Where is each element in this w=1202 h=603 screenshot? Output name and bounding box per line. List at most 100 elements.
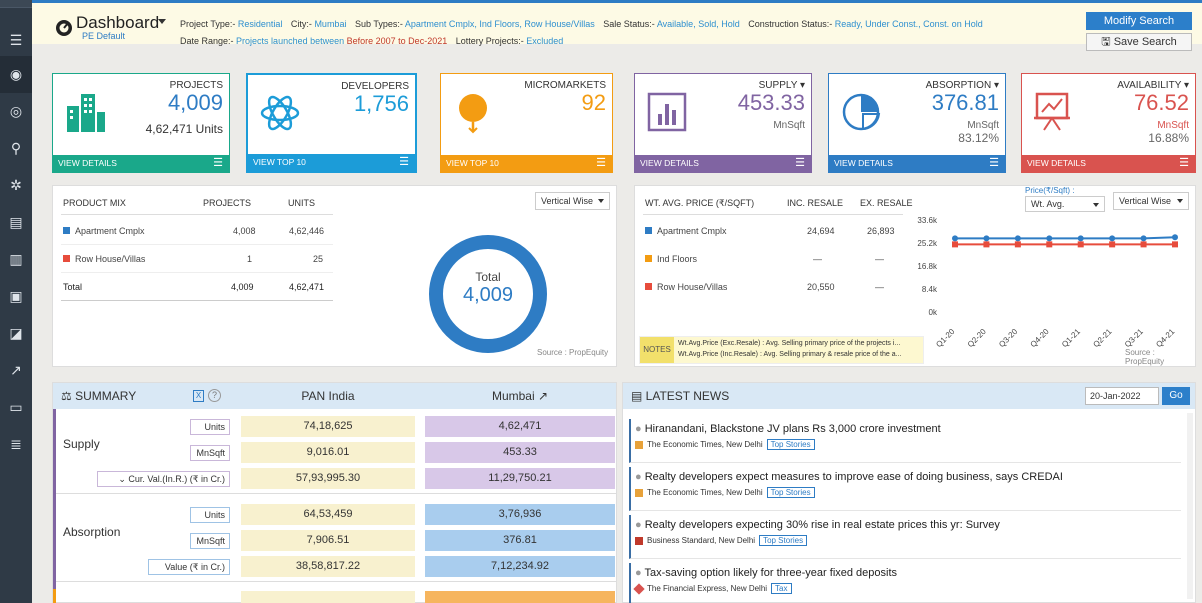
data-point[interactable] — [1172, 241, 1178, 248]
micromarkets-view-top[interactable]: VIEW TOP 10 ☰ — [441, 155, 612, 172]
data-point[interactable] — [1140, 241, 1147, 248]
dashboard-icon[interactable]: ◉ — [0, 56, 32, 93]
micromarkets-value: 92 — [581, 90, 606, 115]
news-scrollbar[interactable] — [1187, 413, 1193, 599]
developers-view-top[interactable]: VIEW TOP 10 ☰ — [248, 154, 415, 171]
projects-view-details[interactable]: VIEW DETAILS ☰ — [53, 155, 229, 172]
news-tag[interactable]: Top Stories — [759, 535, 808, 546]
divider — [56, 581, 616, 582]
divider — [643, 214, 903, 215]
product-mix-panel: PRODUCT MIX PROJECTS UNITS Apartment Cmp… — [52, 185, 617, 367]
puzzle-icon[interactable]: ◪ — [0, 315, 32, 352]
x-tick-label: Q3-20 — [997, 327, 1019, 349]
news-item-title: ● Hiranandani, Blackstone JV plans Rs 3,… — [635, 423, 1181, 435]
vertical-wise-dropdown[interactable]: Vertical Wise — [1113, 192, 1189, 210]
news-item[interactable]: ● Realty developers expect measures to i… — [629, 467, 1181, 511]
modify-search-button[interactable]: Modify Search — [1086, 12, 1192, 30]
menu-icon: ☰ — [596, 157, 606, 169]
news-tag[interactable]: Tax — [771, 583, 792, 594]
row-name: Row House/Villas — [657, 282, 728, 292]
news-item[interactable]: ● Realty developers expecting 30% rise i… — [629, 515, 1181, 559]
news-item-title-text: Tax-saving option likely for three-year … — [644, 567, 898, 579]
construction-status-label: Construction Status:- — [748, 19, 833, 29]
vertical-wise-dropdown[interactable]: Vertical Wise — [535, 192, 610, 210]
chevron-down-icon — [598, 199, 604, 203]
absorption-view-details[interactable]: VIEW DETAILS ☰ — [829, 155, 1005, 172]
bullet-icon: ● — [635, 423, 645, 435]
supply-value: 453.33 — [737, 90, 805, 115]
bar-chart-icon — [647, 92, 687, 132]
help-icon[interactable]: ? — [208, 389, 221, 402]
data-point[interactable] — [1046, 235, 1053, 242]
document-icon[interactable]: ▭ — [0, 389, 32, 426]
menu-icon[interactable]: ☰ — [0, 24, 32, 56]
news-tag[interactable]: Top Stories — [766, 439, 815, 450]
data-point[interactable] — [1109, 241, 1116, 248]
row-ex: 26,893 — [867, 226, 895, 236]
menu-icon: ☰ — [1179, 157, 1189, 169]
news-icon[interactable]: ▣ — [0, 278, 32, 315]
data-point[interactable] — [1046, 241, 1053, 248]
news-go-button[interactable]: Go — [1162, 387, 1190, 405]
city-value: Mumbai — [314, 19, 347, 29]
menu-icon: ☰ — [399, 156, 409, 168]
city-icon[interactable]: ▥ — [0, 241, 32, 278]
news-item-source: The Economic Times, New Delhi Top Stories — [635, 487, 1181, 498]
row-inc: 20,550 — [807, 282, 835, 292]
save-search-label: Save Search — [1113, 36, 1177, 48]
chevron-down-icon: ⌄ — [118, 474, 129, 484]
building-icon[interactable]: ▤ — [0, 204, 32, 241]
newspaper-icon: ▤ — [631, 389, 646, 403]
date-range-value-1: Projects launched between — [236, 36, 345, 46]
currency-value-dropdown[interactable]: ⌄ Cur. Val.(In.R.) (₹ in Cr.) — [97, 471, 230, 487]
table-row: Ind Floors — [645, 254, 697, 264]
divider — [61, 272, 333, 273]
availability-view-details[interactable]: VIEW DETAILS ☰ — [1022, 155, 1195, 172]
x-tick-label: Q1-20 — [934, 327, 956, 349]
mumbai-header[interactable]: Mumbai ↗ — [425, 383, 615, 409]
data-point[interactable] — [1077, 235, 1084, 242]
trend-icon[interactable]: ↗ — [0, 352, 32, 389]
data-point[interactable] — [1014, 235, 1021, 242]
micromarkets-card: MICROMARKETS 92 VIEW TOP 10 ☰ — [440, 73, 613, 173]
y-tick-label: 8.4k — [922, 285, 938, 294]
supply-view-details[interactable]: VIEW DETAILS ☰ — [635, 155, 811, 172]
date-range-value-2: Before 2007 to Dec-2021 — [346, 36, 448, 46]
news-item[interactable]: ● Hiranandani, Blackstone JV plans Rs 3,… — [629, 419, 1181, 463]
legend-swatch — [645, 255, 652, 262]
developers-card: DEVELOPERS 1,756 VIEW TOP 10 ☰ — [246, 73, 417, 173]
table-row: Apartment Cmplx — [645, 226, 727, 236]
data-point[interactable] — [983, 235, 990, 242]
mumbai-abs-units: 3,76,936 — [425, 504, 615, 525]
location-pin-icon[interactable]: ⚲ — [0, 130, 32, 167]
availability-percent: 16.88% — [1148, 131, 1189, 145]
mnsqft-tag: MnSqft — [190, 533, 230, 549]
price-type-dropdown[interactable]: Wt. Avg. — [1025, 196, 1105, 212]
legend-swatch — [645, 283, 652, 290]
et-logo-icon — [635, 440, 643, 449]
save-search-button[interactable]: 🖫 Save Search — [1086, 33, 1192, 51]
developers-view-top-label: VIEW TOP 10 — [253, 157, 306, 167]
legend-swatch — [63, 255, 70, 262]
data-point[interactable] — [983, 241, 990, 248]
data-point[interactable] — [1014, 241, 1021, 248]
dashboard-title[interactable]: Dashboard — [76, 13, 159, 33]
news-date-input[interactable]: 20-Jan-2022 — [1085, 387, 1159, 405]
target-icon[interactable]: ◎ — [0, 93, 32, 130]
network-icon[interactable]: ✲ — [0, 167, 32, 204]
news-item[interactable]: ● Tax-saving option likely for three-yea… — [629, 563, 1181, 603]
data-point[interactable] — [1077, 241, 1084, 248]
data-point[interactable] — [952, 235, 958, 242]
list-icon[interactable]: ≣ — [0, 426, 32, 463]
availability-unit: MnSqft — [1157, 120, 1189, 131]
news-tag[interactable]: Top Stories — [766, 487, 815, 498]
total-projects: 4,009 — [231, 282, 254, 292]
data-point[interactable] — [1172, 234, 1178, 241]
news-item-source-text: The Economic Times, New Delhi — [647, 440, 763, 449]
excel-export-icon[interactable]: X — [193, 390, 204, 402]
sub-types-label: Sub Types:- — [354, 19, 403, 29]
chevron-down-icon[interactable] — [158, 19, 166, 24]
data-point[interactable] — [952, 241, 958, 248]
data-point[interactable] — [1109, 235, 1116, 242]
data-point[interactable] — [1140, 235, 1147, 242]
